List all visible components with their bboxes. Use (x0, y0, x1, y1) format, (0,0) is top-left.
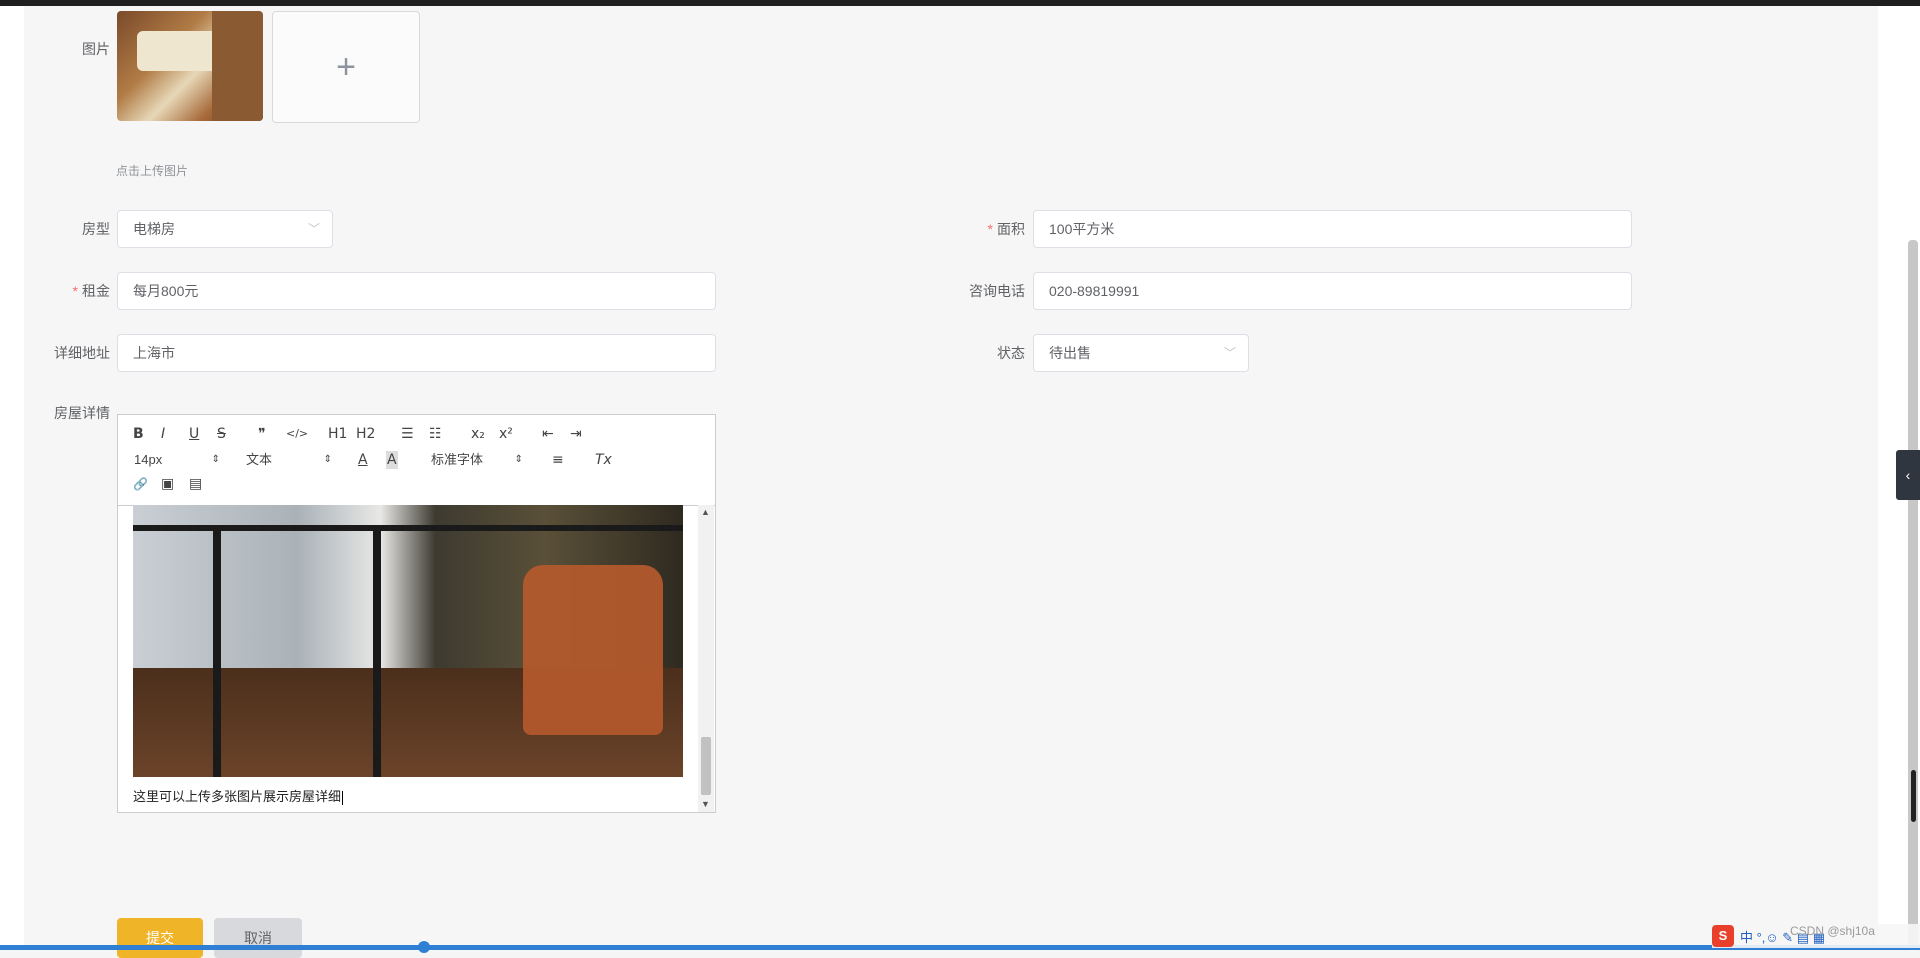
balcony-image (133, 505, 683, 777)
editor-toolbar: B I U S ❞ </> H1 H2 ☰ ☷ x₂ x² ⇤ ⇥ 14px ⇕ … (118, 415, 715, 506)
phone-label: 咨询电话 (969, 283, 1025, 299)
outdent-icon[interactable]: ⇤ (542, 425, 554, 443)
updown-icon: ⇕ (514, 454, 523, 465)
sogou-logo: S (1712, 925, 1734, 947)
progress-handle[interactable] (418, 941, 430, 953)
image-icon[interactable]: ▣ (161, 475, 174, 493)
code-icon[interactable]: </> (286, 425, 308, 443)
font-family-select[interactable]: 标准字体 ⇕ (431, 451, 523, 469)
submit-button[interactable]: 提交 (117, 918, 203, 958)
scroll-up-icon[interactable]: ▲ (701, 507, 710, 517)
left-strip (0, 6, 24, 950)
underline-button[interactable]: U (189, 425, 199, 443)
sidebar-collapse-button[interactable]: ‹ (1896, 450, 1920, 500)
room-type-select[interactable]: 电梯房 ﹀ (117, 210, 333, 248)
phone-value: 020-89819991 (1049, 283, 1140, 299)
chair-shape (523, 565, 663, 735)
editor-text: 这里可以上传多张图片展示房屋详细 (133, 789, 344, 805)
rail-post (213, 525, 221, 777)
address-value: 上海市 (133, 345, 175, 361)
page-scrollbar-indicator (1911, 770, 1916, 822)
room-type-label: 房型 (82, 221, 110, 237)
area-input[interactable]: 100平方米 (1033, 210, 1632, 248)
bullet-list-icon[interactable]: ☷ (429, 425, 442, 443)
required-mark: * (987, 221, 993, 237)
superscript-button[interactable]: x² (499, 425, 513, 443)
rail-post (373, 525, 381, 777)
h2-button[interactable]: H2 (356, 425, 375, 443)
image-label: 图片 (82, 41, 110, 57)
scroll-down-icon[interactable]: ▼ (701, 799, 710, 809)
details-label: 房屋详情 (54, 405, 110, 421)
area-label: * 面积 (987, 221, 1025, 237)
rent-value: 每月800元 (133, 283, 199, 299)
page-scrollbar[interactable] (1908, 240, 1918, 946)
updown-icon: ⇕ (211, 454, 220, 465)
bg-color-icon[interactable]: A (386, 451, 398, 469)
status-select[interactable]: 待出售 ﹀ (1033, 334, 1249, 372)
chevron-down-icon: ﹀ (1223, 346, 1236, 360)
image-upload-button[interactable]: + (272, 11, 420, 123)
room-type-value: 电梯房 (133, 221, 175, 237)
ordered-list-icon[interactable]: ☰ (401, 425, 414, 443)
font-color-icon[interactable]: A (358, 451, 368, 469)
editor-content[interactable]: 这里可以上传多张图片展示房屋详细 ▲ ▼ (118, 505, 715, 812)
editor-scroll-thumb[interactable] (701, 737, 711, 795)
align-icon[interactable]: ≡ (552, 451, 564, 469)
address-label: 详细地址 (54, 345, 110, 361)
area-value: 100平方米 (1049, 221, 1115, 237)
rent-input[interactable]: 每月800元 (117, 272, 716, 310)
link-icon[interactable]: 🔗 (133, 475, 148, 493)
indent-icon[interactable]: ⇥ (570, 425, 582, 443)
cabinet-shape (212, 11, 263, 121)
rich-text-editor[interactable]: B I U S ❞ </> H1 H2 ☰ ☷ x₂ x² ⇤ ⇥ 14px ⇕ … (117, 414, 716, 813)
address-input[interactable]: 上海市 (117, 334, 716, 372)
paragraph-select[interactable]: 文本 ⇕ (246, 451, 332, 469)
required-mark: * (72, 283, 78, 299)
text-cursor (342, 790, 344, 805)
watermark: CSDN @shj10a (1790, 924, 1875, 938)
font-size-select[interactable]: 14px ⇕ (134, 451, 220, 469)
subscript-button[interactable]: x₂ (471, 425, 485, 443)
status-label: 状态 (997, 345, 1025, 361)
strike-button[interactable]: S (217, 425, 226, 443)
chevron-down-icon: ﹀ (307, 222, 320, 236)
status-value: 待出售 (1049, 345, 1091, 361)
progress-line (0, 945, 1920, 950)
italic-button[interactable]: I (161, 425, 165, 443)
upload-hint: 点击上传图片 (116, 164, 189, 178)
h1-button[interactable]: H1 (328, 425, 347, 443)
phone-input[interactable]: 020-89819991 (1033, 272, 1632, 310)
clean-format-icon[interactable]: Tx (595, 451, 612, 469)
bold-button[interactable]: B (133, 425, 144, 443)
rent-label: * 租金 (72, 283, 110, 299)
plus-icon: + (336, 47, 356, 86)
quote-icon[interactable]: ❞ (258, 425, 266, 443)
chevron-left-icon: ‹ (1905, 467, 1911, 483)
sofa-shape (137, 31, 217, 71)
video-icon[interactable]: ▤ (189, 475, 202, 493)
updown-icon: ⇕ (323, 454, 332, 465)
cancel-button[interactable]: 取消 (214, 918, 302, 958)
uploaded-image-thumbnail[interactable] (117, 11, 263, 121)
